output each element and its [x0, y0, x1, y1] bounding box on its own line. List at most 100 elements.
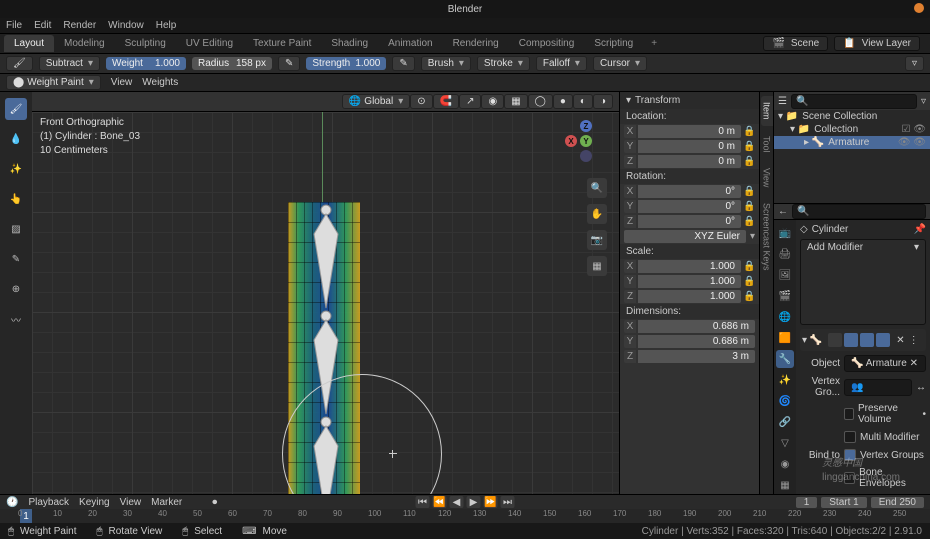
next-key-icon[interactable]: ⏩: [484, 496, 498, 508]
viewlayer-field[interactable]: 📋 View Layer: [834, 36, 920, 51]
loc-x[interactable]: 0 m: [638, 125, 741, 138]
blend-mode-select[interactable]: Subtract▾: [39, 56, 100, 71]
tool-smear-icon[interactable]: 👆: [5, 188, 27, 210]
tab-comp[interactable]: Compositing: [509, 35, 585, 52]
filter-icon[interactable]: ▿: [905, 56, 924, 71]
ptab-constraint-icon[interactable]: 🔗: [776, 413, 794, 431]
tab-uv[interactable]: UV Editing: [176, 35, 243, 52]
rot-x[interactable]: 0°: [638, 185, 741, 198]
weight-slider[interactable]: Weight1.000: [106, 57, 186, 70]
tool-sample-icon[interactable]: ✎: [5, 248, 27, 270]
viewport[interactable]: 🌐 Global▾ ⊙ 🧲 ↗ ◉ ▦ ◯ ● ◐ ◑ Front Orthog…: [32, 92, 620, 494]
ptab-texture-icon[interactable]: ▦: [776, 476, 794, 494]
rot-mode[interactable]: XYZ Euler: [624, 230, 746, 243]
rot-y[interactable]: 0°: [638, 200, 741, 213]
tl-mode-icon[interactable]: 🕐: [6, 497, 18, 508]
scale-z[interactable]: 1.000: [638, 290, 741, 303]
tab-script[interactable]: Scripting: [584, 35, 643, 52]
tool-cursor-icon[interactable]: ⊕: [5, 278, 27, 300]
ptab-material-icon[interactable]: ◉: [776, 455, 794, 473]
pan-icon[interactable]: ✋: [587, 204, 607, 224]
overlays-icon[interactable]: ◉: [481, 94, 504, 109]
pin-icon[interactable]: 📌: [914, 224, 926, 235]
ptab-physics-icon[interactable]: 🌀: [776, 392, 794, 410]
ptab-object-icon[interactable]: 🟧: [776, 329, 794, 347]
outliner-mode-icon[interactable]: ☰: [778, 96, 787, 107]
outliner-filter-icon[interactable]: ▿: [921, 96, 926, 107]
cursor-dropdown[interactable]: Cursor▾: [593, 56, 647, 71]
ptab-world-icon[interactable]: 🌐: [776, 308, 794, 326]
shading-solid-icon[interactable]: ●: [553, 94, 573, 109]
outliner-search[interactable]: 🔍: [791, 94, 917, 109]
brush-preset-icon[interactable]: 🖌: [6, 56, 33, 71]
shading-matprev-icon[interactable]: ◐: [573, 94, 593, 109]
tab-layout[interactable]: Layout: [4, 35, 54, 52]
ptab-output-icon[interactable]: 🖨: [776, 245, 794, 263]
loc-z[interactable]: 0 m: [638, 155, 741, 168]
gizmo-icon[interactable]: ↗: [459, 94, 481, 109]
tab-sculpting[interactable]: Sculpting: [115, 35, 176, 52]
menu-edit[interactable]: Edit: [34, 20, 51, 31]
outliner-collection[interactable]: ▾ 📁 Collection☑ 👁: [774, 123, 930, 136]
n-panel-header[interactable]: ▾ Transform: [620, 92, 759, 109]
preserve-volume-checkbox[interactable]: [844, 408, 854, 420]
vertex-group-field[interactable]: 👥: [844, 379, 912, 396]
bind-vg-checkbox[interactable]: [844, 449, 856, 461]
strength-pressure-icon[interactable]: ✎: [392, 56, 414, 71]
props-search[interactable]: 🔍: [792, 204, 926, 219]
radius-slider[interactable]: Radius158 px: [192, 57, 272, 70]
zoom-icon[interactable]: 🔍: [587, 178, 607, 198]
tool-gradient-icon[interactable]: ▨: [5, 218, 27, 240]
bind-be-checkbox[interactable]: [844, 472, 855, 484]
dim-y[interactable]: 0.686 m: [638, 335, 755, 348]
current-frame[interactable]: 1: [796, 497, 818, 508]
play-rev-icon[interactable]: ◀: [450, 496, 464, 508]
ntab-item[interactable]: Item: [761, 96, 773, 126]
tl-view[interactable]: View: [120, 497, 142, 508]
scene-field[interactable]: 🎬 Scene: [763, 36, 828, 51]
bone-1[interactable]: [310, 204, 342, 312]
armature-object-field[interactable]: 🦴 Armature ✕: [844, 355, 926, 372]
jump-end-icon[interactable]: ⏭: [501, 496, 515, 508]
mod-menu-icon[interactable]: ⋮: [909, 335, 919, 346]
play-icon[interactable]: ▶: [467, 496, 481, 508]
loc-y[interactable]: 0 m: [638, 140, 741, 153]
strength-slider[interactable]: Strength1.000: [306, 57, 386, 70]
dim-x[interactable]: 0.686 m: [638, 320, 755, 333]
mod-close-icon[interactable]: ✕: [896, 335, 904, 346]
tab-modeling[interactable]: Modeling: [54, 35, 115, 52]
rot-z[interactable]: 0°: [638, 215, 741, 228]
pivot-icon[interactable]: ⊙: [410, 94, 432, 109]
brush-dropdown[interactable]: Brush▾: [421, 56, 471, 71]
tab-shading[interactable]: Shading: [321, 35, 378, 52]
start-frame[interactable]: Start 1: [821, 497, 866, 508]
ptab-modifier-icon[interactable]: 🔧: [776, 350, 794, 368]
radius-pressure-icon[interactable]: ✎: [278, 56, 300, 71]
dim-z[interactable]: 3 m: [638, 350, 755, 363]
ntab-view[interactable]: View: [761, 162, 773, 193]
nav-gizmo[interactable]: X Y Z: [565, 120, 607, 162]
tl-playback[interactable]: Playback: [28, 497, 69, 508]
autokey-icon[interactable]: ⏺: [212, 497, 217, 508]
tl-marker[interactable]: Marker: [151, 497, 182, 508]
mode-select[interactable]: ⬤ Weight Paint▾: [6, 75, 101, 90]
snap-icon[interactable]: 🧲: [433, 94, 459, 109]
persp-icon[interactable]: ▦: [587, 256, 607, 276]
orientation-select[interactable]: 🌐 Global▾: [342, 94, 410, 109]
menu-render[interactable]: Render: [63, 20, 96, 31]
tl-keying[interactable]: Keying: [79, 497, 110, 508]
add-modifier-select[interactable]: Add Modifier▾: [800, 239, 926, 325]
scale-x[interactable]: 1.000: [638, 260, 741, 273]
tool-brush-icon[interactable]: 🖌: [5, 98, 27, 120]
props-back-icon[interactable]: ←: [778, 206, 788, 217]
menu-view[interactable]: View: [111, 77, 133, 88]
stroke-dropdown[interactable]: Stroke▾: [477, 56, 530, 71]
camera-icon[interactable]: 📷: [587, 230, 607, 250]
outliner-item-armature[interactable]: ▸ 🦴 Armature👁 👁: [774, 136, 930, 149]
scale-y[interactable]: 1.000: [638, 275, 741, 288]
tool-blur-icon[interactable]: 💧: [5, 128, 27, 150]
tab-render[interactable]: Rendering: [443, 35, 509, 52]
jump-start-icon[interactable]: ⏮: [416, 496, 430, 508]
tool-annotate-icon[interactable]: 〰: [5, 308, 27, 330]
ntab-keys[interactable]: Screencast Keys: [761, 197, 773, 277]
